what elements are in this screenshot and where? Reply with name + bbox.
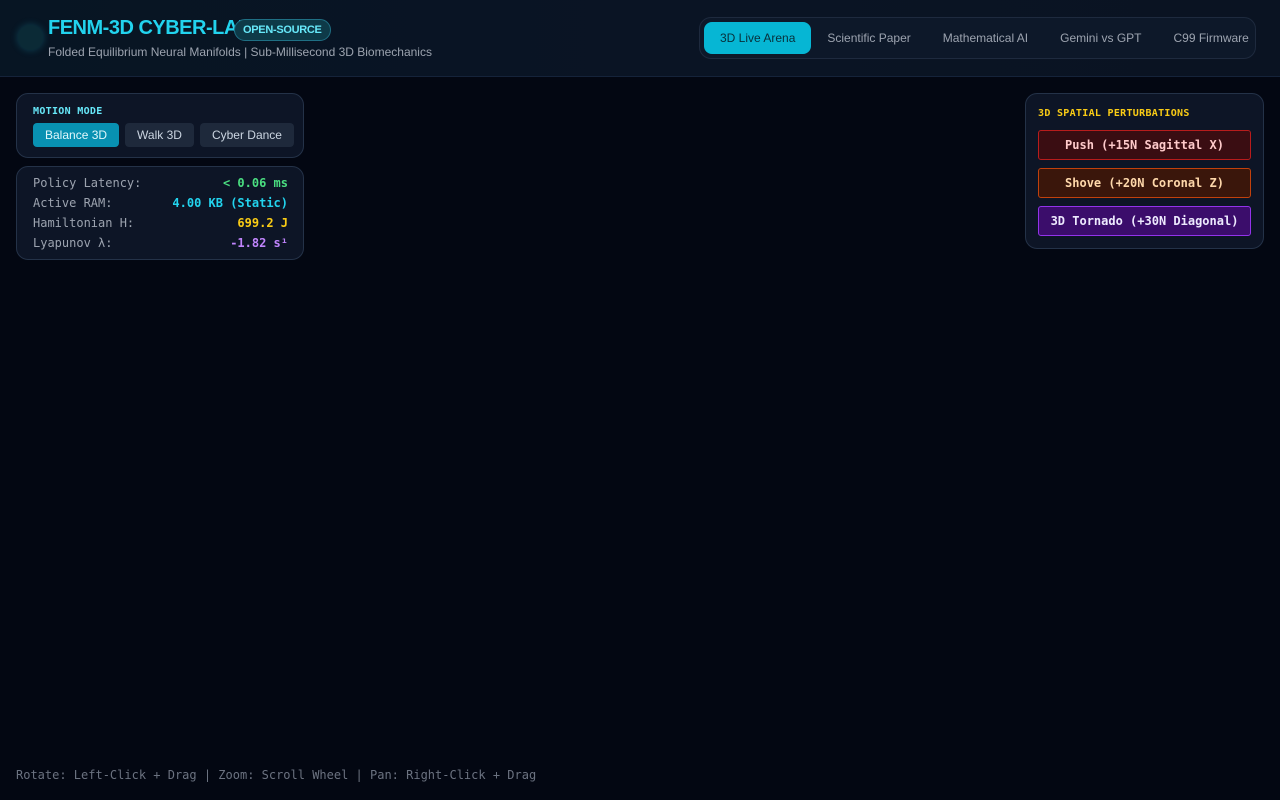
motion-mode-label: MOTION MODE (33, 106, 103, 117)
tab-mathematical-ai[interactable]: Mathematical AI (927, 22, 1044, 54)
stat-value: 4.00 KB (Static) (172, 196, 288, 210)
main-nav: 3D Live Arena Scientific Paper Mathemati… (699, 17, 1256, 59)
stat-value: 699.2 J (237, 216, 288, 230)
shove-button[interactable]: Shove (+20N Coronal Z) (1038, 168, 1251, 198)
cyber-dance-button[interactable]: Cyber Dance (199, 123, 294, 147)
tornado-button[interactable]: 3D Tornado (+30N Diagonal) (1038, 206, 1251, 236)
glow-orb-icon (18, 25, 43, 50)
perturbations-label: 3D SPATIAL PERTURBATIONS (1038, 108, 1190, 119)
tab-3d-live-arena[interactable]: 3D Live Arena (704, 22, 812, 54)
stat-label: Active RAM: (33, 196, 113, 210)
tab-c99-firmware[interactable]: C99 Firmware (1158, 22, 1265, 54)
controls-hint: Rotate: Left-Click + Drag | Zoom: Scroll… (16, 768, 537, 782)
motion-mode-group: Balance 3D Walk 3D Cyber Dance (33, 123, 294, 147)
open-source-badge: OPEN-SOURCE (234, 19, 331, 41)
balance-3d-button[interactable]: Balance 3D (33, 123, 120, 147)
motion-mode-panel: MOTION MODE Balance 3D Walk 3D Cyber Dan… (16, 93, 304, 158)
stat-label: Lyapunov λ: (33, 236, 113, 250)
stat-label: Hamiltonian H: (33, 216, 135, 230)
app-header: FENM-3D CYBER-LAB OPEN-SOURCE Folded Equ… (0, 0, 1280, 77)
telemetry-panel: Policy Latency: < 0.06 ms Active RAM: 4.… (16, 166, 304, 260)
walk-3d-button[interactable]: Walk 3D (125, 123, 194, 147)
push-button[interactable]: Push (+15N Sagittal X) (1038, 130, 1251, 160)
app-title: FENM-3D CYBER-LAB (48, 17, 252, 39)
stat-value: < 0.06 ms (222, 176, 288, 190)
stat-label: Policy Latency: (33, 176, 142, 190)
tab-scientific-paper[interactable]: Scientific Paper (811, 22, 926, 54)
stat-policy-latency: Policy Latency: < 0.06 ms (33, 175, 288, 191)
stat-value: -1.82 s¹ (230, 236, 288, 250)
app-subtitle: Folded Equilibrium Neural Manifolds | Su… (48, 45, 432, 59)
stat-lyapunov: Lyapunov λ: -1.82 s¹ (33, 235, 288, 251)
stat-active-ram: Active RAM: 4.00 KB (Static) (33, 195, 288, 211)
perturbations-panel: 3D SPATIAL PERTURBATIONS Push (+15N Sagi… (1025, 93, 1264, 249)
tab-gemini-vs-gpt[interactable]: Gemini vs GPT (1044, 22, 1157, 54)
stat-hamiltonian: Hamiltonian H: 699.2 J (33, 215, 288, 231)
